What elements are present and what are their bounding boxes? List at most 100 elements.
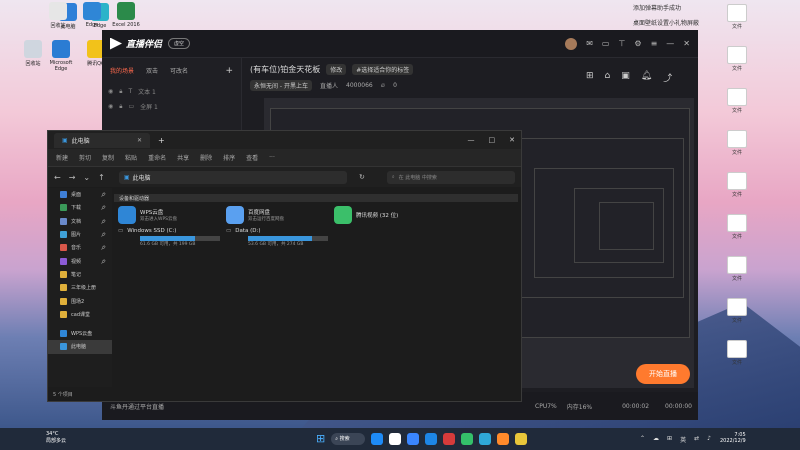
desktop-icon[interactable]: 文件: [722, 256, 752, 282]
minimize-button[interactable]: —: [468, 136, 475, 144]
drive-item[interactable]: ▭ Windows SSD (C:) 61.6 GB 可用，共 199 GB: [118, 228, 238, 247]
desktop-icon[interactable]: 文件: [722, 46, 752, 72]
explorer-tab[interactable]: ▣ 此电脑 ✕: [54, 132, 150, 148]
category-button[interactable]: 永恒无间 - 开黑上车: [250, 80, 312, 91]
tab-my-scene[interactable]: 我的场景: [110, 66, 134, 76]
section-header[interactable]: 设备和驱动器: [114, 194, 518, 202]
copy-button[interactable]: 复制: [102, 153, 114, 162]
menu-icon[interactable]: ≡: [651, 39, 658, 48]
avatar[interactable]: [565, 37, 578, 50]
taskbar-app-icon[interactable]: [389, 432, 402, 445]
drive-tile[interactable]: 百度网盘 双击运行百度网盘: [226, 206, 284, 224]
desktop-icon[interactable]: 回收站: [40, 2, 76, 29]
source-row[interactable]: ◉ 🔒︎ ▭ 全屏 1: [102, 99, 241, 114]
up-icon[interactable]: ↑: [98, 173, 105, 182]
desktop-icon[interactable]: 文件: [722, 298, 752, 324]
taskbar-app-icon[interactable]: [371, 432, 384, 445]
start-icon[interactable]: ⊞: [316, 432, 325, 445]
eye-icon[interactable]: ◉: [108, 103, 113, 110]
nav-item[interactable]: WPS云盘: [48, 327, 112, 340]
nav-item[interactable]: 围场2: [48, 294, 112, 307]
mail-icon[interactable]: ✉: [586, 39, 593, 48]
start-live-button[interactable]: 开始直播: [636, 364, 690, 384]
drive-item[interactable]: ▭ Data (D:) 53.6 GB 可用，共 274 GB: [226, 228, 346, 247]
nav-item[interactable]: 音乐 📌︎: [48, 241, 112, 254]
new-tab-button[interactable]: +: [158, 136, 165, 145]
search-input[interactable]: ⌕ 在 此电脑 中搜索: [386, 170, 515, 184]
taskbar-app-icon[interactable]: [479, 432, 492, 445]
box-icon[interactable]: ▣: [621, 71, 630, 84]
paste-button[interactable]: 粘贴: [125, 153, 137, 162]
shirt-icon[interactable]: ⊤: [618, 39, 625, 48]
address-bar[interactable]: ▣ 此电脑: [118, 170, 347, 184]
desktop-icon[interactable]: 文件: [722, 130, 752, 156]
down-icon[interactable]: ⌄: [83, 173, 90, 182]
share-button[interactable]: 共享: [177, 153, 189, 162]
lock-icon[interactable]: 🔒︎: [119, 88, 122, 96]
live-badge[interactable]: 虚空: [168, 38, 191, 49]
cut-button[interactable]: 剪切: [79, 153, 91, 162]
tray-icon[interactable]: ⊞: [667, 435, 672, 444]
back-icon[interactable]: ←: [54, 173, 61, 182]
nav-item[interactable]: 视频 📌︎: [48, 254, 112, 267]
message-icon[interactable]: ▭: [602, 39, 610, 48]
tab-close-icon[interactable]: ✕: [137, 137, 142, 144]
share-icon[interactable]: ⤴: [663, 71, 672, 84]
close-icon[interactable]: ✕: [683, 39, 690, 48]
taskbar-search[interactable]: ⌕ 搜索: [331, 432, 366, 445]
minimize-icon[interactable]: —: [666, 39, 674, 48]
lock-icon[interactable]: 🔒︎: [119, 103, 122, 111]
bell-icon[interactable]: 🔔︎: [641, 71, 652, 84]
tab-rename[interactable]: 可改名: [170, 66, 188, 76]
sort-button[interactable]: 排序: [223, 153, 235, 162]
desktop-icon[interactable]: Edge: [74, 2, 110, 28]
tray-icon[interactable]: ☁: [653, 435, 659, 444]
clock[interactable]: 7:05 2022/12/9: [720, 432, 746, 444]
taskbar-app-icon[interactable]: [461, 432, 474, 445]
nav-item[interactable]: 下载 📌︎: [48, 201, 112, 214]
tab-double-click[interactable]: 双击: [146, 66, 158, 76]
nav-item[interactable]: 三年级上册: [48, 281, 112, 294]
desktop-icon[interactable]: Microsoft Edge: [43, 40, 79, 72]
gift-icon[interactable]: ⌂: [605, 71, 611, 84]
desktop-icon[interactable]: 文件: [722, 214, 752, 240]
view-button[interactable]: 查看: [246, 153, 258, 162]
new-button[interactable]: 新建: [56, 153, 68, 162]
desktop-icon[interactable]: 文件: [722, 172, 752, 198]
desktop-icon[interactable]: 文件: [722, 340, 752, 366]
taskbar-app-icon[interactable]: [497, 432, 510, 445]
nav-item[interactable]: 此电脑: [48, 340, 112, 354]
nav-item[interactable]: 图片 📌︎: [48, 228, 112, 241]
add-scene-button[interactable]: +: [225, 66, 233, 76]
tray-icon[interactable]: 英: [680, 435, 686, 444]
grid-icon[interactable]: ⊞: [586, 71, 594, 84]
nav-item[interactable]: cad课堂: [48, 308, 112, 321]
tag-select-button[interactable]: #选择适合你的标签: [352, 64, 414, 75]
delete-button[interactable]: 删除: [200, 153, 212, 162]
rename-button[interactable]: 重命名: [148, 153, 166, 162]
taskbar-app-icon[interactable]: [443, 432, 456, 445]
taskbar-app-icon[interactable]: [515, 432, 528, 445]
refresh-icon[interactable]: ↻: [359, 173, 365, 181]
drive-tile[interactable]: WPS云盘 双击进入WPS云盘: [118, 206, 177, 224]
edit-title-button[interactable]: 修改: [326, 64, 347, 75]
tray-icon[interactable]: ♪: [707, 435, 711, 444]
more-button[interactable]: ···: [269, 154, 275, 161]
weather-widget[interactable]: 34°C 局部多云: [46, 431, 66, 445]
close-button[interactable]: ✕: [509, 136, 515, 144]
nav-item[interactable]: 桌面 📌︎: [48, 188, 112, 201]
source-row[interactable]: ◉ 🔒︎ T 文本 1: [102, 84, 241, 99]
forward-icon[interactable]: →: [69, 173, 76, 182]
tray-icon[interactable]: ⌃: [640, 435, 645, 444]
tray-icon[interactable]: ⇄: [694, 435, 699, 444]
drive-tile[interactable]: 腾讯视频 (32 位): [334, 206, 398, 224]
desktop-icon[interactable]: 文件: [722, 88, 752, 114]
maximize-button[interactable]: □: [489, 136, 496, 144]
desktop-icon[interactable]: Excel 2016: [108, 2, 144, 28]
nav-item[interactable]: 文档 📌︎: [48, 215, 112, 228]
taskbar-app-icon[interactable]: [425, 432, 438, 445]
taskbar-app-icon[interactable]: [407, 432, 420, 445]
desktop-icon[interactable]: 文件: [722, 4, 752, 30]
eye-icon[interactable]: ◉: [108, 88, 113, 95]
settings-icon[interactable]: ⚙: [634, 39, 641, 48]
